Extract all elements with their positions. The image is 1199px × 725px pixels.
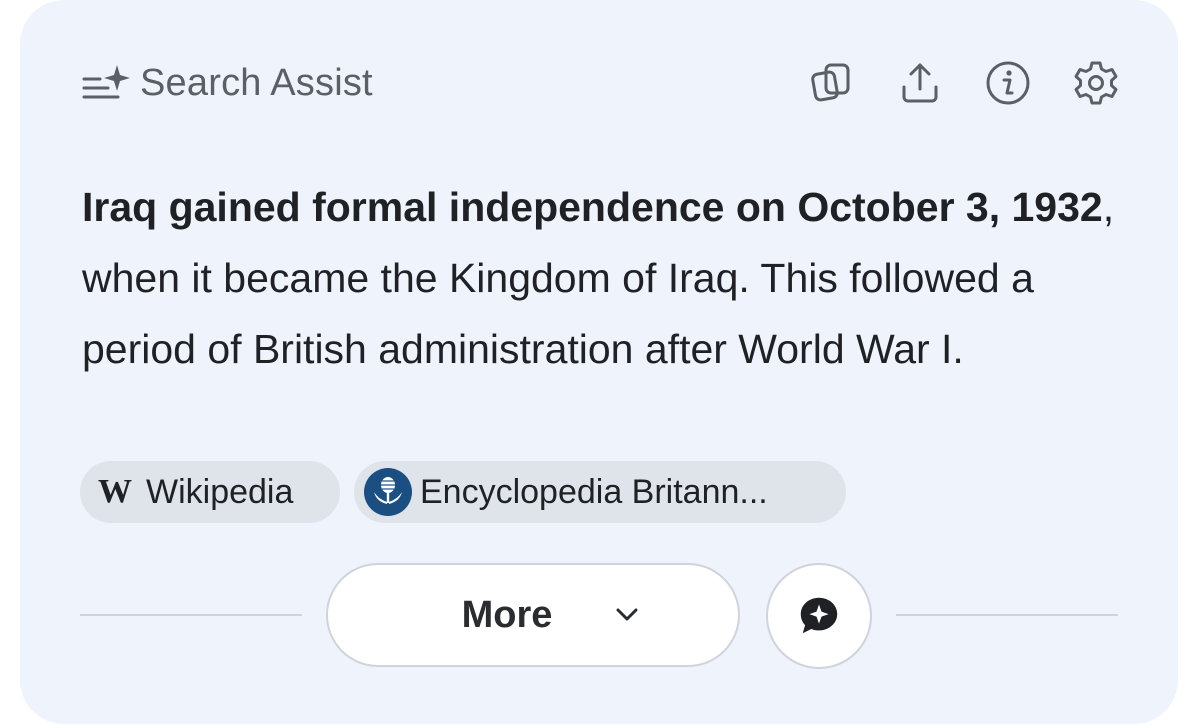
more-label: More — [461, 593, 553, 636]
source-label: Encyclopedia Britann... — [420, 472, 768, 511]
chat-button[interactable] — [766, 563, 872, 669]
chevron-down-icon — [616, 608, 638, 621]
gear-icon — [1074, 61, 1118, 105]
sparkle-list-icon — [82, 63, 132, 103]
answer-text: Iraq gained formal independence on Octob… — [82, 172, 1122, 385]
divider-left — [80, 614, 302, 616]
britannica-thistle-icon — [364, 468, 412, 516]
title-group: Search Assist — [82, 56, 373, 110]
chat-sparkle-icon — [800, 597, 838, 634]
card-title: Search Assist — [140, 61, 373, 104]
source-chips: W Wikipedia Encyclopedia Britann... — [80, 461, 846, 523]
share-button[interactable] — [894, 57, 946, 109]
wikipedia-logo-icon: W — [98, 473, 132, 510]
info-button[interactable] — [982, 57, 1034, 109]
copy-icon — [811, 63, 850, 102]
share-icon — [902, 63, 938, 103]
header-actions — [770, 56, 1122, 110]
card-header: Search Assist — [82, 56, 1122, 110]
more-button[interactable]: More — [326, 563, 740, 667]
settings-button[interactable] — [1070, 57, 1122, 109]
divider-right — [896, 614, 1118, 616]
answer-highlight: Iraq gained formal independence on Octob… — [82, 184, 1103, 230]
info-icon — [986, 61, 1030, 105]
copy-button[interactable] — [806, 57, 858, 109]
search-assist-card: Search Assist Iraq gained formal indepen… — [20, 0, 1178, 724]
source-chip-wikipedia[interactable]: W Wikipedia — [80, 461, 340, 523]
source-chip-britannica[interactable]: Encyclopedia Britann... — [354, 461, 846, 523]
source-label: Wikipedia — [146, 472, 294, 511]
